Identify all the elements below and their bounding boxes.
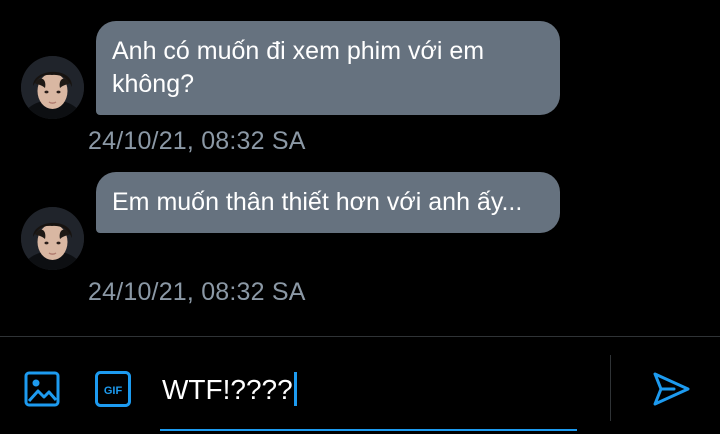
avatar[interactable] xyxy=(21,56,84,119)
send-icon[interactable] xyxy=(650,368,692,410)
gif-icon[interactable]: GIF xyxy=(94,370,132,408)
message-input-value: WTF!???? xyxy=(162,374,293,405)
message-composer: GIF WTF!???? xyxy=(0,336,720,434)
message-input[interactable]: WTF!???? xyxy=(160,357,577,431)
message-bubble[interactable]: Anh có muốn đi xem phim với em không? xyxy=(96,21,560,115)
text-cursor xyxy=(293,372,297,406)
avatar-photo xyxy=(21,56,84,119)
message-timestamp: 24/10/21, 08:32 SA xyxy=(88,127,306,155)
composer-divider xyxy=(610,355,611,421)
image-icon[interactable] xyxy=(23,370,61,408)
message-bubble[interactable]: Em muốn thân thiết hơn với anh ấy... xyxy=(96,172,560,233)
avatar[interactable] xyxy=(21,207,84,270)
message-timestamp: 24/10/21, 08:32 SA xyxy=(88,278,306,306)
avatar-photo xyxy=(21,207,84,270)
message-thread: Anh có muốn đi xem phim với em không? 24… xyxy=(0,0,720,336)
gif-label: GIF xyxy=(104,385,123,397)
